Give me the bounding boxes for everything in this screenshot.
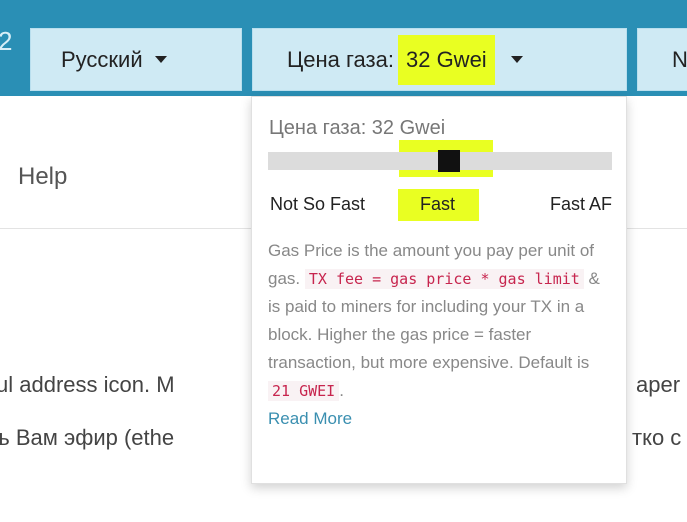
gas-price-description: Gas Price is the amount you pay per unit… [268, 237, 610, 433]
tx-fee-formula: TX fee = gas price * gas limit [304, 269, 584, 289]
network-label: N [672, 46, 687, 72]
gas-price-prefix: Цена газа: [287, 46, 394, 72]
cut-off-button-label: 2 [0, 26, 13, 56]
gas-price-dropdown-button[interactable]: Цена газа: 32 Gwei [252, 28, 627, 91]
popover-title: Цена газа: 32 Gwei [269, 117, 446, 139]
speed-label-fast-af: Fast AF [549, 194, 612, 214]
default-gas-value: 21 GWEI [268, 381, 340, 401]
chevron-down-icon [510, 56, 523, 63]
top-navbar: 2 Русский Цена газа: 32 Gwei N [0, 0, 687, 96]
network-dropdown-button[interactable]: N [637, 28, 687, 91]
background-text-line: тко с [632, 425, 682, 450]
speed-label-not-so-fast: Not So Fast [270, 194, 366, 214]
gas-price-value: 32 Gwei [397, 34, 495, 85]
gas-price-slider-thumb[interactable] [438, 150, 460, 172]
speed-label-fast: Fast [398, 189, 480, 221]
chevron-down-icon [154, 56, 167, 63]
background-text-line: ul address icon. M [0, 372, 175, 397]
background-text-line: aper [636, 372, 681, 397]
read-more-link[interactable]: Read More [268, 409, 352, 428]
gas-price-popover: Цена газа: 32 Gwei Not So Fast Fast Fast… [251, 96, 627, 484]
language-label: Русский [61, 46, 143, 72]
help-link[interactable]: Help [18, 163, 67, 191]
language-dropdown-button[interactable]: Русский [30, 28, 242, 91]
description-text: . [339, 381, 344, 400]
background-text-line: ъ Вам эфир (ethe [0, 425, 175, 450]
